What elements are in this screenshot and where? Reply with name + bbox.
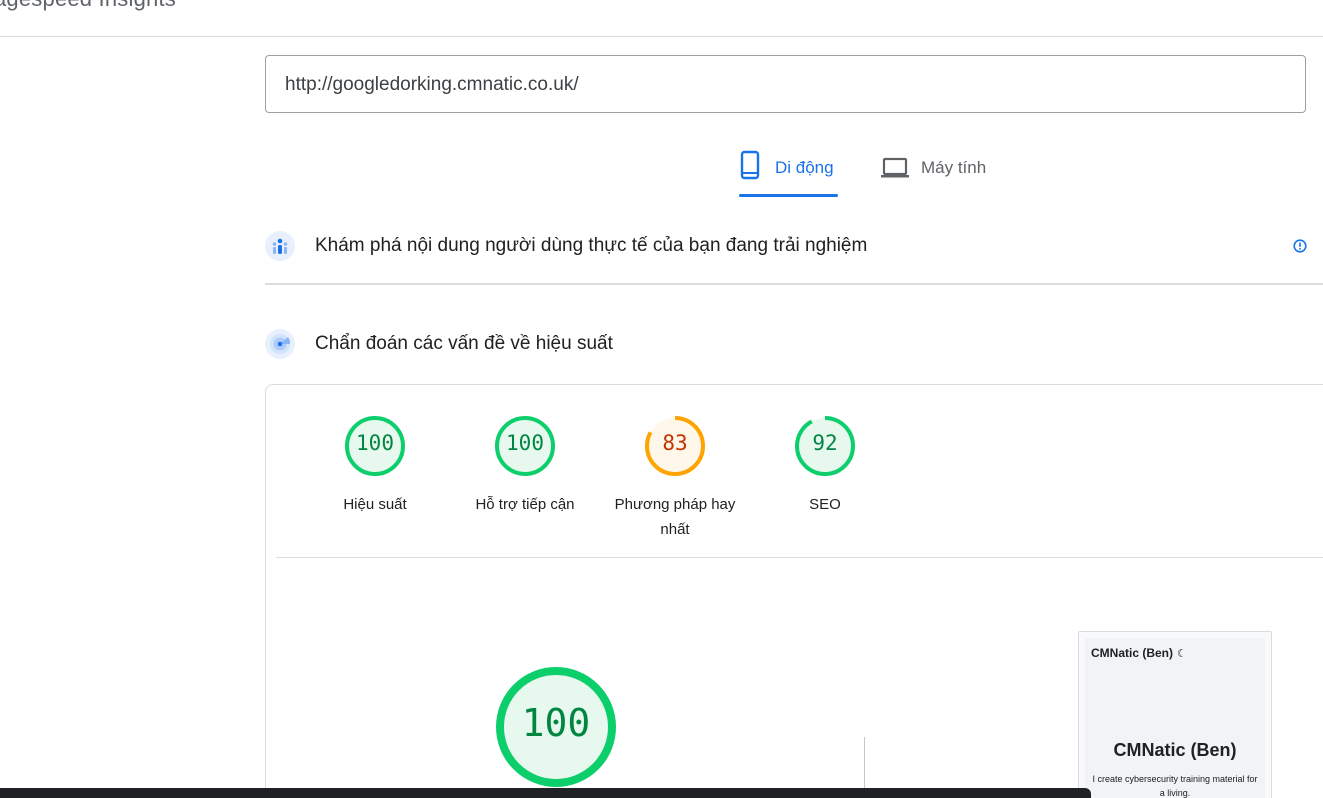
laptop-icon <box>880 156 910 180</box>
thumbnail-heading: CMNatic (Ben) <box>1113 740 1237 760</box>
tab-desktop[interactable]: Máy tính <box>880 150 986 198</box>
people-icon <box>265 231 295 261</box>
tab-desktop-label: Máy tính <box>921 158 987 177</box>
thumbnail-subtitle: I create cybersecurity training material… <box>1092 774 1258 798</box>
performance-score-value: 100 <box>521 701 591 745</box>
performance-score-gauge-large: 100 <box>494 665 618 789</box>
seo-score-value: 92 <box>812 431 838 455</box>
accessibility-score-label: Hỗ trợ tiếp cận <box>475 496 575 513</box>
url-field-container[interactable] <box>265 55 1306 114</box>
app-title: agespeed Insights <box>0 0 176 12</box>
tab-mobile[interactable]: Di động <box>739 150 838 198</box>
performance-score-value: 100 <box>356 431 394 455</box>
crux-section-header[interactable]: Khám phá nội dung người dùng thực tế của… <box>265 231 1323 261</box>
active-tab-indicator <box>739 194 838 197</box>
tab-mobile-label: Di động <box>775 158 834 177</box>
bottom-overlay-bar <box>0 788 1091 798</box>
crux-section-title: Khám phá nội dung người dùng thực tế của… <box>315 235 868 256</box>
diagnostics-section-title: Chẩn đoán các vấn đề về hiệu suất <box>315 333 613 354</box>
info-icon[interactable] <box>1293 239 1307 258</box>
accessibility-score-gauge[interactable]: 100 Hỗ trợ tiếp cận <box>460 414 590 517</box>
section-divider <box>265 283 1323 285</box>
smartphone-icon <box>739 150 761 180</box>
accessibility-score-value: 100 <box>506 431 544 455</box>
header-divider <box>0 36 1323 37</box>
thumbnail-brand: CMNatic (Ben) ☾ <box>1091 646 1187 660</box>
seo-score-gauge[interactable]: 92 SEO <box>760 414 890 517</box>
page: agespeed Insights Di động Máy tính <box>0 0 1323 798</box>
card-divider <box>276 557 1323 558</box>
page-screenshot-thumbnail: CMNatic (Ben) ☾ CMNatic (Ben) I create cy… <box>1078 631 1272 798</box>
url-input[interactable] <box>285 56 1285 114</box>
performance-score-gauge[interactable]: 100 Hiệu suất <box>310 414 440 517</box>
diagnostics-section-header: Chẩn đoán các vấn đề về hiệu suất <box>265 329 1323 359</box>
seo-score-label: SEO <box>809 496 841 513</box>
moon-icon: ☾ <box>1177 648 1187 660</box>
radar-icon <box>265 329 295 359</box>
best-practices-score-gauge[interactable]: 83 Phương pháp hay nhất <box>610 414 740 542</box>
best-practices-score-label: Phương pháp hay nhất <box>614 496 736 538</box>
best-practices-score-value: 83 <box>662 431 688 455</box>
performance-score-label: Hiệu suất <box>343 496 407 513</box>
report-card: 100 Hiệu suất 100 Hỗ trợ tiếp cận 83 Phương p… <box>265 384 1323 798</box>
